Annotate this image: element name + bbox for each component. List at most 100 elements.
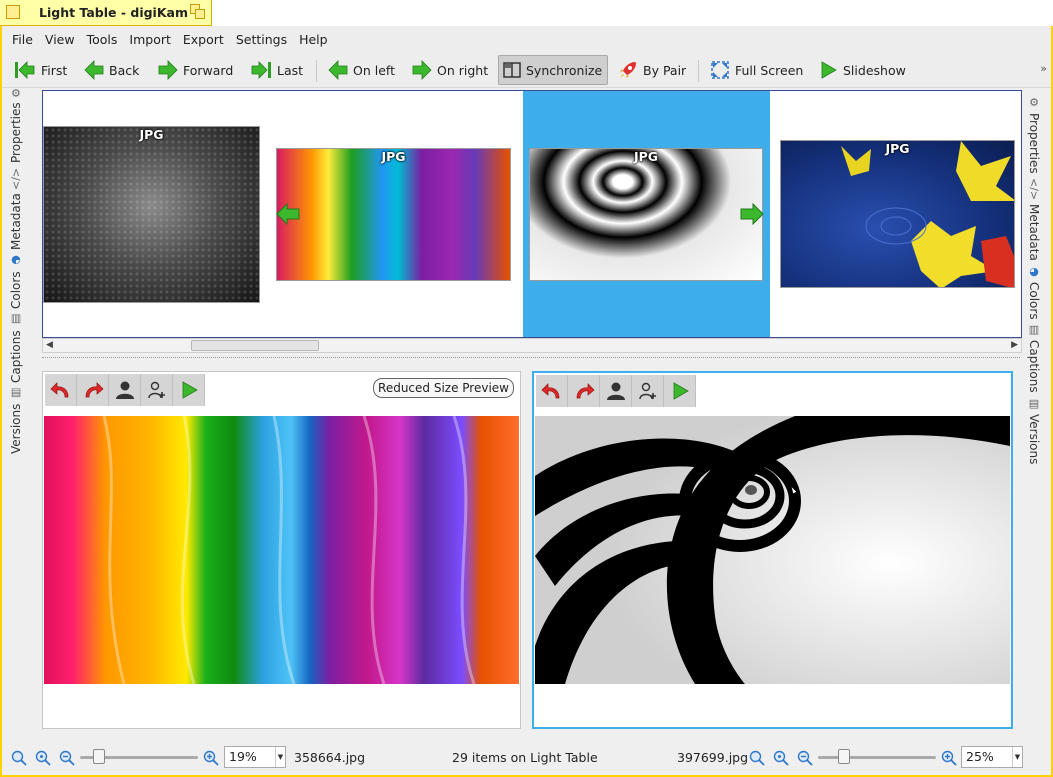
rotate-left-icon: [49, 382, 68, 398]
thumbnail-item[interactable]: JPG: [529, 148, 763, 281]
right-zoom-combo[interactable]: 25% ▼: [961, 746, 1023, 768]
reduced-size-preview-button[interactable]: Reduced Size Preview: [373, 378, 514, 398]
play-icon: [182, 381, 198, 399]
chevron-down-icon[interactable]: ▼: [1012, 747, 1022, 767]
back-icon: [84, 60, 104, 80]
on-right-overlay-icon[interactable]: [740, 203, 764, 225]
left-sidebar: Versions ▤ Captions ▥ Colors ◕ Metadata …: [9, 86, 23, 454]
rotate-right-button[interactable]: [568, 375, 600, 407]
thumbnail-scrollbar[interactable]: ◀ ▶: [42, 338, 1022, 353]
face-tags-button[interactable]: [109, 374, 141, 406]
on-right-button[interactable]: On right: [408, 55, 492, 85]
toolbar-separator: [698, 60, 699, 82]
back-button[interactable]: Back: [80, 55, 143, 85]
zoom-out-icon[interactable]: [59, 750, 75, 766]
left-zoom-slider-handle[interactable]: [93, 749, 105, 764]
right-pane-toolbar: [536, 375, 696, 407]
play-icon: [821, 61, 837, 79]
captions-icon: ▥: [9, 313, 23, 327]
menu-view[interactable]: View: [39, 32, 81, 47]
window-title-tab[interactable]: Light Table - digiKam: [0, 0, 212, 26]
first-icon: [15, 61, 35, 79]
thumbnail-item[interactable]: JPG: [43, 126, 260, 303]
menu-import[interactable]: Import: [123, 32, 177, 47]
left-zoom-combo[interactable]: 19% ▼: [224, 746, 286, 768]
toolbar-overflow-icon[interactable]: »: [1040, 62, 1047, 75]
thumbnail-item[interactable]: JPG: [276, 148, 511, 281]
rotate-left-button[interactable]: [536, 375, 568, 407]
right-tab-captions[interactable]: Captions: [1027, 340, 1041, 393]
forward-button[interactable]: Forward: [154, 55, 237, 85]
menu-tools[interactable]: Tools: [81, 32, 124, 47]
on-left-overlay-icon[interactable]: [276, 203, 300, 225]
left-pane-play-button[interactable]: [173, 374, 205, 406]
metadata-icon: </>: [9, 167, 23, 190]
add-person-icon: [147, 381, 165, 399]
thumbnail-format-label: JPG: [139, 127, 164, 142]
face-tags-button[interactable]: [600, 375, 632, 407]
title-bar: Light Table - digiKam: [0, 0, 1053, 26]
thumbnail-format-label: JPG: [633, 149, 659, 164]
zoom-100-icon[interactable]: [35, 750, 51, 766]
scroll-right-icon[interactable]: ▶: [1011, 340, 1018, 350]
left-preview-image[interactable]: [44, 416, 519, 684]
right-preview-pane: [532, 371, 1013, 729]
menu-export[interactable]: Export: [177, 32, 230, 47]
right-preview-image[interactable]: [535, 416, 1010, 684]
last-label: Last: [277, 62, 304, 78]
right-tab-colors[interactable]: Colors: [1027, 282, 1041, 320]
menu-bar: File View Tools Import Export Settings H…: [2, 26, 1051, 52]
scroll-left-icon[interactable]: ◀: [46, 340, 53, 350]
zoom-in-icon[interactable]: [941, 750, 957, 766]
window-menu-icon[interactable]: [6, 5, 20, 19]
colors-icon: ◕: [1027, 264, 1041, 278]
full-screen-label: Full Screen: [735, 62, 804, 78]
full-screen-button[interactable]: Full Screen: [706, 55, 807, 85]
right-tab-properties[interactable]: Properties: [1027, 113, 1041, 174]
right-zoom-value: 25%: [966, 749, 994, 764]
right-tab-versions[interactable]: Versions: [1027, 414, 1041, 464]
rotate-left-button[interactable]: [45, 374, 77, 406]
left-tab-captions[interactable]: Captions: [9, 330, 23, 383]
right-zoom-slider-track[interactable]: [818, 756, 936, 759]
forward-icon: [158, 60, 178, 80]
by-pair-button[interactable]: By Pair: [614, 55, 690, 85]
splitter-handle[interactable]: [42, 357, 1020, 358]
right-pane-play-button[interactable]: [664, 375, 696, 407]
left-tab-versions[interactable]: Versions: [9, 404, 23, 454]
menu-file[interactable]: File: [6, 32, 39, 47]
versions-icon: ▤: [1027, 396, 1041, 410]
rotate-right-button[interactable]: [77, 374, 109, 406]
left-pane-toolbar: [45, 374, 205, 406]
right-tab-metadata[interactable]: Metadata: [1027, 204, 1041, 261]
last-button[interactable]: Last: [246, 55, 307, 85]
back-label: Back: [109, 62, 140, 78]
left-file-name: 358664.jpg: [294, 750, 366, 765]
zoom-100-icon[interactable]: [773, 750, 789, 766]
add-face-button[interactable]: [632, 375, 664, 407]
person-icon: [115, 381, 134, 399]
zoom-out-icon[interactable]: [797, 750, 813, 766]
on-left-button[interactable]: On left: [324, 55, 399, 85]
chevron-down-icon[interactable]: ▼: [275, 747, 285, 767]
slideshow-button[interactable]: Slideshow: [814, 55, 910, 85]
thumbnail-format-label: JPG: [381, 149, 406, 164]
menu-settings[interactable]: Settings: [230, 32, 293, 47]
synchronize-button[interactable]: Synchronize: [498, 55, 608, 85]
scrollbar-handle[interactable]: [191, 340, 319, 351]
forward-label: Forward: [183, 62, 234, 78]
restore-icon[interactable]: [195, 9, 205, 19]
on-right-label: On right: [437, 62, 489, 78]
zoom-in-icon[interactable]: [203, 750, 219, 766]
menu-help[interactable]: Help: [293, 32, 334, 47]
add-face-button[interactable]: [141, 374, 173, 406]
first-button[interactable]: First: [10, 55, 71, 85]
left-tab-metadata[interactable]: Metadata: [9, 194, 23, 251]
left-tab-colors[interactable]: Colors: [9, 271, 23, 309]
zoom-fit-icon[interactable]: [749, 750, 765, 766]
zoom-fit-icon[interactable]: [11, 750, 27, 766]
right-zoom-slider-handle[interactable]: [838, 749, 850, 764]
thumbnail-item[interactable]: JPG: [780, 140, 1015, 288]
left-tab-properties[interactable]: Properties: [9, 103, 23, 164]
main-toolbar: First Back Forward Last On left On right…: [2, 52, 1051, 88]
